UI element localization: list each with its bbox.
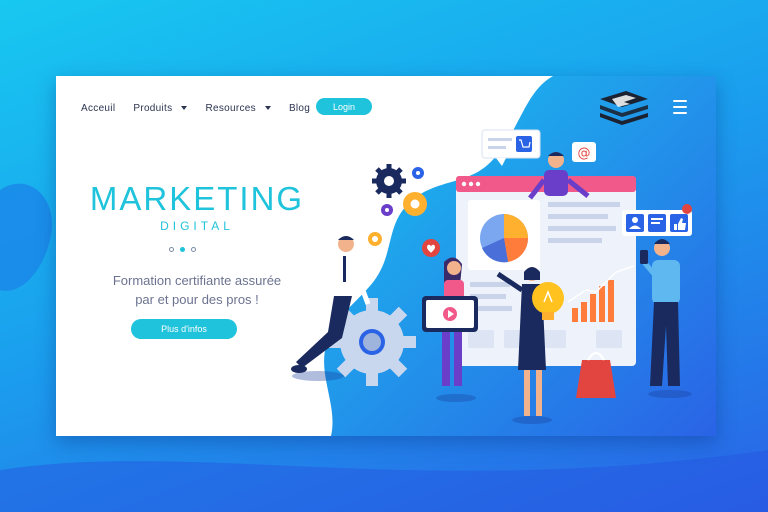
thumbs-up-icon [670, 214, 688, 232]
heart-icon [422, 239, 440, 257]
email-icon: @ [572, 142, 596, 162]
pie-chart-icon [480, 214, 529, 263]
dashboard-board [456, 176, 636, 366]
landing-page-window: Acceuil Produits Resources Blog Login MA… [56, 76, 716, 436]
background-wave-bottom [0, 450, 768, 512]
gear-bubble-icon [363, 227, 387, 251]
man-with-phone-figure [640, 239, 692, 398]
marketing-illustration: @ [291, 129, 692, 424]
user-icon [626, 214, 644, 232]
chat-icon [648, 214, 666, 232]
cart-icon [481, 129, 541, 166]
svg-text:@: @ [578, 146, 591, 161]
gear-icon [372, 164, 427, 216]
